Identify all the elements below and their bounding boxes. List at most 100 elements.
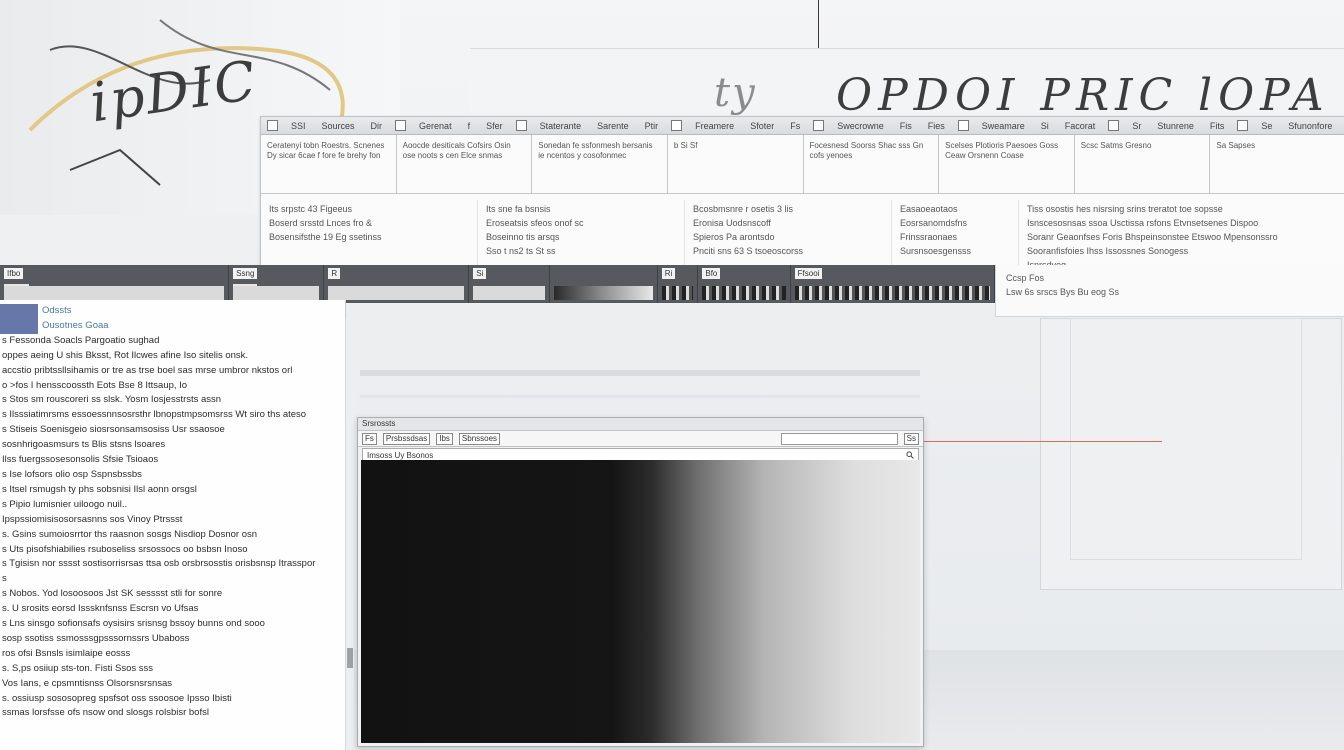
notes-row: Its srpstc 43 Figeeus Boserd srsstd Lnces…: [261, 194, 1344, 272]
note-line: Sursnsoesgensss: [900, 246, 972, 256]
log-line: Ousotnes Goaa: [42, 319, 109, 331]
tab-thumbnail: [328, 286, 465, 300]
menu-icon[interactable]: [395, 120, 407, 131]
log-line: s Fessonda Soacls Pargoatio sughad: [2, 334, 160, 346]
tab-thumbnail: [794, 286, 990, 300]
menu-item[interactable]: Se: [1258, 121, 1275, 131]
menu-item[interactable]: Sfer: [483, 121, 506, 131]
note-line: Sso t ns2 ts St ss: [486, 246, 556, 256]
tab[interactable]: Ri: [658, 265, 699, 303]
toolbar-button[interactable]: Sbnssoes: [458, 432, 501, 445]
note-line: Soranr Geaonfses Foris Bhspeinsonstee Et…: [1027, 232, 1278, 242]
menu-item[interactable]: Fs: [787, 121, 803, 131]
menu-icon[interactable]: [267, 120, 278, 131]
note-column: Tiss osostis hes nisrsing srins treratot…: [1019, 200, 1344, 272]
log-line: s. S,ps osiiup sts-ton. Fisti Ssos sss: [2, 662, 153, 674]
tab-label: Ifbo: [4, 268, 24, 279]
tab-thumbnail: [4, 286, 225, 300]
tab[interactable]: R: [324, 265, 470, 303]
background-red-line: [922, 441, 1162, 442]
note-line: Its srpstc 43 Figeeus: [269, 204, 353, 214]
menu-icon[interactable]: [1108, 120, 1120, 131]
log-line: s Nobos. Yod losoosoos Jst SK sesssst st…: [2, 588, 223, 600]
background-handwriting: OPDOI PRIC: [836, 70, 1179, 121]
log-list: Odssts Ousotnes Goaa s Fessonda Soacls Par…: [0, 300, 345, 721]
menu-item[interactable]: Sfoter: [747, 121, 777, 131]
log-line: s: [2, 573, 7, 585]
note-line: Frinssraonaes: [900, 232, 958, 242]
menu-item[interactable]: SSI: [288, 121, 309, 131]
menu-item[interactable]: Facorat: [1062, 121, 1099, 131]
log-line: s. Gsins sumoiosrrtor ths raasnon sosgs …: [2, 528, 258, 540]
tab[interactable]: IfboCcoe: [0, 265, 230, 303]
log-line: s Uts pisofshiabilies rsuboseliss srsoss…: [2, 543, 248, 555]
tab-strip: IfboCcoeSsngScooR Si Ri Bfo Ffsooi: [0, 265, 995, 303]
menu-icon[interactable]: [813, 120, 825, 131]
tab-thumbnail: [553, 286, 653, 300]
background-handwriting: ty: [714, 70, 757, 116]
note-column: Its sne fa bsnsis Eroseatsis sfeos onof s…: [478, 200, 685, 272]
tab[interactable]: Ffsooi: [791, 265, 995, 303]
ribbon-group[interactable]: Aoocde desiticals Cofsirs Osin ose noots…: [397, 135, 533, 193]
ribbon-group[interactable]: Focesnesd Soorss Shac sss Gn cofs yenoes: [804, 135, 940, 193]
tab[interactable]: [550, 265, 658, 303]
toolbar-button[interactable]: Prsbssdsas: [382, 432, 431, 445]
log-line: sosnhrigoasmsurs ts Blis stsns lsoares: [2, 439, 166, 451]
ribbon-group[interactable]: Sonedan fe ssfonmesh bersanis ie ncentos…: [532, 135, 668, 193]
toolbar-button[interactable]: Ibs: [436, 432, 453, 445]
tab[interactable]: Si: [469, 265, 550, 303]
menu-item[interactable]: Sweamare: [979, 121, 1028, 131]
tab-label: R: [328, 268, 341, 279]
menu-item[interactable]: Staterante: [537, 121, 585, 131]
note-line: Pnciti sns 63 S tsoeoscorss: [693, 246, 804, 256]
tab[interactable]: Bfo: [698, 265, 791, 303]
ribbon-group[interactable]: Scsc Satms Gresno: [1075, 135, 1211, 193]
ribbon-group[interactable]: b Si Sf: [668, 135, 804, 193]
search-button[interactable]: Ss: [903, 432, 919, 445]
magnifier-icon[interactable]: [906, 451, 914, 459]
menu-item[interactable]: f: [465, 121, 474, 131]
tab-label: Si: [473, 268, 487, 279]
note-column: Easaoeaotaos Eosrsanomdsfns Frinssraonaes S…: [892, 200, 1019, 272]
scrollbar-thumb[interactable]: [347, 648, 353, 668]
log-line: accstio pribtssllsihamis or tre as trse …: [2, 364, 293, 376]
preview-canvas: [361, 460, 920, 743]
menu-item[interactable]: Ptir: [642, 121, 662, 131]
log-scrollbar[interactable]: [345, 318, 354, 750]
menu-item[interactable]: Gerenat: [416, 121, 455, 131]
menu-icon[interactable]: [1237, 120, 1249, 131]
log-line: s Ilsssiatimrsms essoessnnsosrsthr lbnop…: [2, 409, 307, 421]
ribbon-group[interactable]: Sa Sapses: [1210, 135, 1344, 193]
note-line: Boseinno tis arsqs: [486, 232, 560, 242]
menu-item[interactable]: Sr: [1129, 121, 1144, 131]
menu-icon[interactable]: [671, 120, 683, 131]
menu-item[interactable]: Fis: [897, 121, 915, 131]
menu-icon[interactable]: [515, 120, 527, 131]
menu-item[interactable]: Sources: [319, 121, 358, 131]
menu-icon[interactable]: [957, 120, 969, 131]
tab[interactable]: SsngScoo: [229, 265, 325, 303]
log-line: s Pipio lumisnier uiloogo nuil..: [2, 498, 128, 510]
menu-item[interactable]: Freamere: [692, 121, 737, 131]
menu-item[interactable]: Si: [1038, 121, 1052, 131]
menu-item[interactable]: Fies: [925, 121, 948, 131]
menu-item[interactable]: Stunrene: [1154, 121, 1197, 131]
note-line: Sooranfisfoies Ihss Issossnes Sonogess: [1027, 246, 1189, 256]
ribbon-group[interactable]: Scelses Plotioris Paesoes Goss Ceaw Orsn…: [939, 135, 1075, 193]
menu-item[interactable]: Sfunonfore: [1285, 121, 1335, 131]
background-shelf: [360, 370, 920, 376]
log-line: s Ise lofsors olio osp Sspnsbssbs: [2, 468, 142, 480]
log-line: s Lns sinsgo sofionsafs oysisirs srisnsg…: [2, 618, 265, 630]
note-line: Its sne fa bsnsis: [486, 204, 551, 214]
search-input[interactable]: [780, 432, 898, 445]
note-line: Easaoeaotaos: [900, 204, 958, 214]
side-text: Ccsp Fos: [1006, 273, 1045, 283]
ribbon-group[interactable]: Ceratenyi tobn Roestrs. Scnenes Dy sicar…: [261, 135, 397, 193]
menu-item[interactable]: Fits: [1207, 121, 1228, 131]
menu-item[interactable]: Sarente: [594, 121, 632, 131]
menu-item[interactable]: Dir: [368, 121, 386, 131]
toolbar-button[interactable]: Fs: [362, 432, 377, 445]
menu-item[interactable]: Swecrowne: [834, 121, 887, 131]
note-column: Bcosbmsnre r osetis 3 lis Eronisa Uodsnsc…: [685, 200, 892, 272]
log-window: Odssts Ousotnes Goaa s Fessonda Soacls Par…: [0, 300, 346, 750]
